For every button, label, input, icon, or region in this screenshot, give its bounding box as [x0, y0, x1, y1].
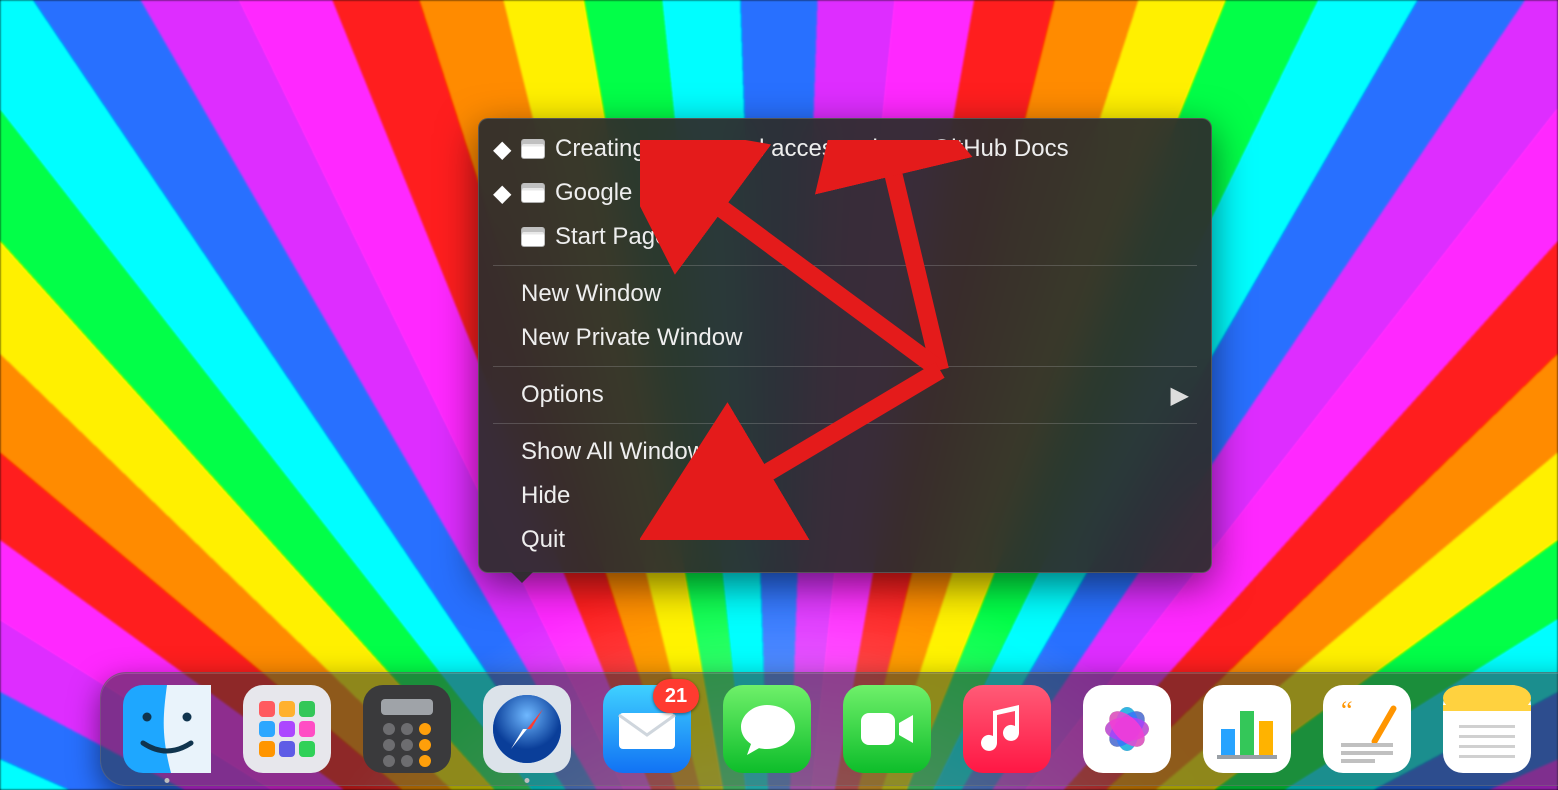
- window-icon: [521, 227, 545, 247]
- window-icon: [521, 183, 545, 203]
- dock-facetime[interactable]: [843, 685, 931, 773]
- dock-photos[interactable]: [1083, 685, 1171, 773]
- menu-window-item[interactable]: ◆ Google: [479, 171, 1211, 215]
- dock-messages[interactable]: [723, 685, 811, 773]
- dock-notes[interactable]: [1443, 685, 1531, 773]
- menu-new-private-window[interactable]: New Private Window: [479, 316, 1211, 360]
- menu-hide[interactable]: Hide: [479, 474, 1211, 518]
- running-indicator: [165, 778, 170, 783]
- dock-mail[interactable]: 21: [603, 685, 691, 773]
- mail-badge: 21: [653, 679, 699, 713]
- dock-launchpad[interactable]: [243, 685, 331, 773]
- photos-icon: [1083, 685, 1171, 773]
- submenu-arrow-icon: ▶: [1171, 381, 1189, 410]
- menu-quit[interactable]: Quit: [479, 518, 1211, 562]
- dock-finder[interactable]: [123, 685, 211, 773]
- numbers-icon: [1203, 685, 1291, 773]
- menu-separator: [493, 366, 1197, 367]
- music-icon: [963, 685, 1051, 773]
- dock-pages[interactable]: “: [1323, 685, 1411, 773]
- safari-dock-context-menu: ◆ Creating a personal access token - Git…: [478, 118, 1212, 573]
- menu-separator: [493, 265, 1197, 266]
- finder-icon: [123, 685, 211, 773]
- window-icon: [521, 139, 545, 159]
- dock-music[interactable]: [963, 685, 1051, 773]
- messages-icon: [723, 685, 811, 773]
- menu-options[interactable]: Options ▶: [479, 373, 1211, 417]
- notes-icon: [1443, 685, 1531, 773]
- dock-calculator[interactable]: [363, 685, 451, 773]
- menu-window-label: Creating a personal access token - GitHu…: [555, 135, 1189, 163]
- active-window-diamond-icon: ◆: [493, 179, 511, 208]
- menu-window-item[interactable]: Start Page: [479, 215, 1211, 259]
- safari-icon: [483, 685, 571, 773]
- dock: 21: [100, 672, 1558, 786]
- menu-window-label: Start Page: [555, 223, 1189, 251]
- pages-icon: “: [1323, 685, 1411, 773]
- menu-separator: [493, 423, 1197, 424]
- facetime-icon: [843, 685, 931, 773]
- menu-window-label: Google: [555, 179, 1189, 207]
- menu-show-all-windows[interactable]: Show All Windows: [479, 430, 1211, 474]
- launchpad-icon: [243, 685, 331, 773]
- calculator-icon: [363, 685, 451, 773]
- active-window-diamond-icon: ◆: [493, 135, 511, 164]
- menu-window-item[interactable]: ◆ Creating a personal access token - Git…: [479, 127, 1211, 171]
- running-indicator: [525, 778, 530, 783]
- dock-safari[interactable]: [483, 685, 571, 773]
- dock-numbers[interactable]: [1203, 685, 1291, 773]
- menu-new-window[interactable]: New Window: [479, 272, 1211, 316]
- svg-text:“: “: [1341, 696, 1353, 725]
